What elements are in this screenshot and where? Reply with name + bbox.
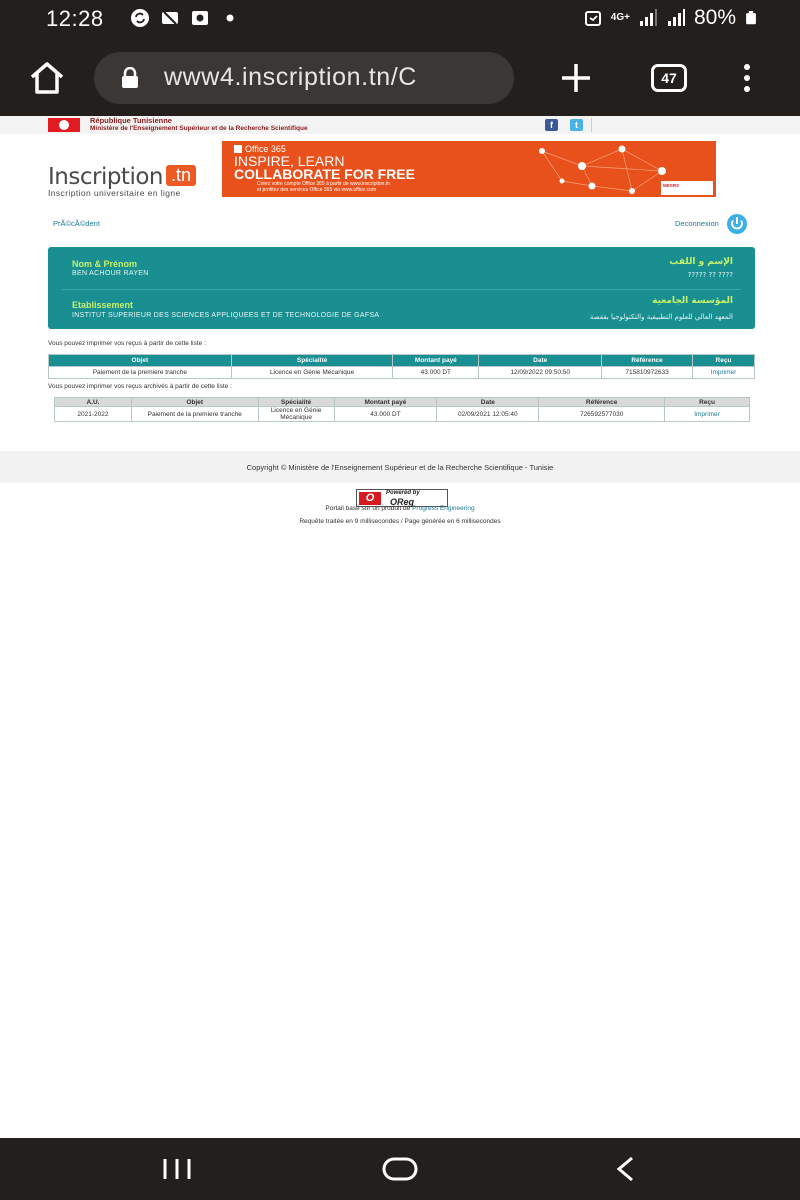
name-value-ar: ???? ?? ????? <box>687 271 733 279</box>
archives-intro: Vous pouvez imprimer vos reçus archivés … <box>48 383 232 390</box>
status-notifications <box>130 8 240 28</box>
column-header: Référence <box>601 354 694 367</box>
table-cell: Paiement de la premiere tranche <box>130 406 259 422</box>
system-nav-bar <box>0 1138 800 1200</box>
name-label-ar: الإسم و اللقب <box>669 257 733 267</box>
archives-table: A.U. Objet Spécialité Montant payé Date … <box>54 397 750 422</box>
table-cell: 715810972633 <box>601 366 694 379</box>
table-row: 2021-2022 Paiement de la premiere tranch… <box>54 406 750 422</box>
signal-icon <box>667 9 685 26</box>
recents-icon[interactable] <box>161 1158 193 1180</box>
logo-word: Inscription <box>48 164 164 190</box>
previous-link[interactable]: PrÃ©cÃ©dent <box>53 219 100 228</box>
column-header: A.U. <box>54 397 132 407</box>
mesrs-badge: MESRS <box>661 181 713 195</box>
tunisia-flag-icon <box>48 118 80 132</box>
lock-icon <box>122 67 138 88</box>
portal-credit: Portail basé sur un produit de Progress … <box>0 505 800 512</box>
home-icon[interactable] <box>382 1157 418 1181</box>
column-header: Objet <box>48 354 232 367</box>
column-header: Montant payé <box>392 354 480 367</box>
republic-name: République Tunisienne <box>90 116 172 125</box>
alarm-icon <box>584 11 601 26</box>
wifi-off-icon <box>162 11 178 25</box>
progress-engineering-link[interactable]: Progress Engineering <box>412 505 475 512</box>
table-cell: Licence en Génie Mécanique <box>230 366 394 379</box>
student-info-card: Nom & Prénom الإسم و اللقب BEN ACHOUR RA… <box>48 247 755 329</box>
column-header: Montant payé <box>333 397 438 407</box>
divider <box>62 289 741 290</box>
government-strip: République Tunisienne Ministère de l'Ens… <box>0 116 800 134</box>
logo-tn: .tn <box>166 165 197 186</box>
table-cell: 02/09/2021 12:05:40 <box>436 406 540 422</box>
generation-time: Requête traitée en 9 millisecondes / Pag… <box>299 518 501 525</box>
home-icon[interactable] <box>28 60 66 96</box>
network-graphic-icon <box>539 145 666 194</box>
signal-icon <box>639 9 657 26</box>
column-header: Reçu <box>692 354 755 367</box>
column-header: Spécialité <box>257 397 335 407</box>
status-right: 4G+ 80% <box>583 6 758 30</box>
column-header: Date <box>478 354 603 367</box>
footer: Copyright © Ministère de l'Enseignement … <box>0 451 800 483</box>
copyright: Copyright © Ministère de l'Enseignement … <box>246 463 554 472</box>
print-receipt-link[interactable]: Imprimer <box>692 366 755 379</box>
table-cell: Paiement de la premiere tranche <box>48 366 232 379</box>
institution-label-ar: المؤسسة الجامعية <box>652 296 733 306</box>
address-bar[interactable]: www4.inscription.tn/C <box>94 52 514 104</box>
name-label: Nom & Prénom <box>72 259 138 269</box>
column-header: Date <box>436 397 540 407</box>
banner-headline-2: COLLABORATE FOR FREE <box>234 166 415 182</box>
facebook-icon[interactable]: f <box>545 119 558 131</box>
table-header-row: Objet Spécialité Montant payé Date Référ… <box>48 354 755 367</box>
institution-label: Etablissement <box>72 300 134 310</box>
banner-subtext-2: et profitez des services Office 365 via … <box>257 187 377 193</box>
receipts-table: Objet Spécialité Montant payé Date Référ… <box>48 354 755 379</box>
institution-value-ar: المعهد العالي للعلوم التطبيقية والتكنولو… <box>589 313 733 321</box>
status-time: 12:28 <box>46 6 104 31</box>
sync-icon <box>131 9 149 27</box>
table-cell: 12/09/2022 09:50:50 <box>478 366 603 379</box>
office-logo-icon <box>234 145 242 153</box>
power-icon[interactable] <box>726 213 748 235</box>
logo-tagline: Inscription universitaire en ligne <box>48 188 181 198</box>
web-page: République Tunisienne Ministère de l'Ens… <box>0 116 800 1138</box>
table-cell: 2021-2022 <box>54 406 132 422</box>
column-header: Référence <box>538 397 666 407</box>
print-archived-receipt-link[interactable]: Imprimer <box>664 406 750 422</box>
column-header: Reçu <box>664 397 750 407</box>
twitter-icon[interactable]: t <box>570 119 583 131</box>
network-type: 4G+ <box>610 12 630 23</box>
logout-link[interactable]: Deconnexion <box>675 219 719 228</box>
column-header: Objet <box>130 397 259 407</box>
battery-icon <box>746 11 756 25</box>
institution-value: INSTITUT SUPERIEUR DES SCIENCES APPLIQUE… <box>72 312 380 319</box>
portal-credit-text: Portail basé sur un produit de <box>325 505 413 512</box>
dot-icon <box>226 14 234 22</box>
table-cell: 43.000 DT <box>392 366 480 379</box>
table-cell: 43.000 DT <box>333 406 438 422</box>
banner-subtext: Créez votre compte Office 365 à partir d… <box>257 181 390 193</box>
table-cell: 726592577030 <box>538 406 666 422</box>
divider <box>591 118 592 132</box>
back-icon[interactable] <box>613 1155 637 1183</box>
media-icon <box>192 11 208 25</box>
browser-toolbar: www4.inscription.tn/C 47 <box>0 40 800 116</box>
status-bar: 12:28 4G+ 80% <box>0 0 800 40</box>
ministry-name: Ministère de l'Enseignement Supérieur et… <box>90 125 308 132</box>
new-tab-icon[interactable] <box>560 62 592 94</box>
url-text[interactable]: www4.inscription.tn/C <box>164 63 498 92</box>
table-row: Paiement de la premiere tranche Licence … <box>48 366 755 379</box>
battery-percent: 80% <box>693 6 736 29</box>
oreg-logo-icon: O <box>359 492 381 505</box>
tab-switcher-button[interactable]: 47 <box>651 64 687 92</box>
office365-banner[interactable]: Office 365 INSPIRE, LEARN COLLABORATE FO… <box>222 141 716 197</box>
powered-by-label: Powered by <box>386 490 420 496</box>
table-cell: Licence en Génie Mécanique <box>257 406 335 422</box>
receipts-intro: Vous pouvez imprimer vos reçus à partir … <box>48 340 206 347</box>
name-value: BEN ACHOUR RAYEN <box>72 270 149 277</box>
table-header-row: A.U. Objet Spécialité Montant payé Date … <box>54 397 750 407</box>
column-header: Spécialité <box>230 354 394 367</box>
more-menu-icon[interactable] <box>738 62 756 94</box>
